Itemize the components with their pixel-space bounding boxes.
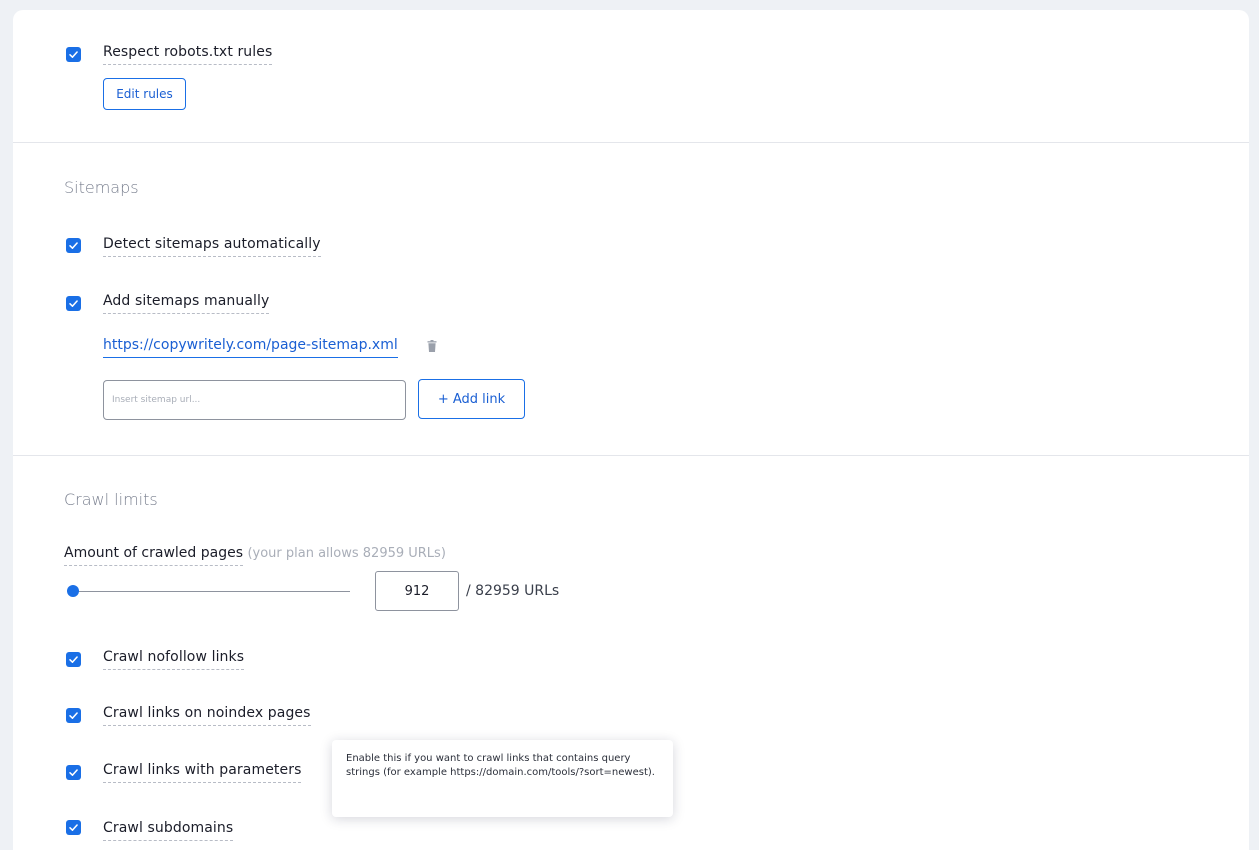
pages-slider-thumb[interactable] [67, 585, 80, 597]
checkmark-icon [69, 242, 78, 249]
robots-checkbox[interactable] [66, 47, 81, 62]
manual-sitemaps-checkbox[interactable] [66, 296, 81, 311]
crawl-subdomains-label[interactable]: Crawl subdomains [103, 820, 234, 841]
checkmark-icon [69, 300, 78, 307]
section-divider [13, 142, 1249, 143]
crawl-parameters-label[interactable]: Crawl links with parameters [103, 762, 302, 783]
crawl-subdomains-checkbox[interactable] [66, 820, 81, 835]
pages-slider-track[interactable] [70, 591, 350, 592]
trash-icon[interactable] [427, 340, 437, 352]
crawl-noindex-label[interactable]: Crawl links on noindex pages [103, 705, 311, 726]
parameters-tooltip: Enable this if you want to crawl links t… [332, 740, 673, 817]
section-divider [13, 455, 1249, 456]
pages-amount-input[interactable] [375, 571, 459, 611]
checkmark-icon [69, 656, 78, 663]
checkmark-icon [69, 51, 78, 58]
checkmark-icon [69, 712, 78, 719]
detect-sitemaps-checkbox[interactable] [66, 238, 81, 253]
crawl-nofollow-label[interactable]: Crawl nofollow links [103, 649, 245, 670]
manual-sitemaps-label[interactable]: Add sitemaps manually [103, 293, 270, 314]
pages-total-text: / 82959 URLs [466, 583, 560, 599]
crawler-settings-card: Respect robots.txt rules Edit rules Site… [13, 10, 1249, 850]
sitemap-link[interactable]: https://copywritely.com/page-sitemap.xml [103, 337, 398, 358]
checkmark-icon [69, 824, 78, 831]
detect-sitemaps-label[interactable]: Detect sitemaps automatically [103, 236, 321, 257]
sitemap-url-input[interactable] [103, 380, 406, 420]
sitemaps-section-title: Sitemaps [64, 178, 139, 197]
amount-crawled-pages-label: Amount of crawled pages (your plan allow… [64, 545, 446, 566]
crawl-nofollow-checkbox[interactable] [66, 652, 81, 667]
plan-limit-note: (your plan allows 82959 URLs) [247, 546, 446, 561]
crawl-limits-section-title: Crawl limits [64, 490, 158, 509]
edit-rules-button[interactable]: Edit rules [103, 78, 186, 110]
checkmark-icon [69, 769, 78, 776]
crawl-noindex-checkbox[interactable] [66, 708, 81, 723]
robots-checkbox-label[interactable]: Respect robots.txt rules [103, 44, 273, 65]
amount-label-text: Amount of crawled pages [64, 545, 243, 566]
crawl-parameters-checkbox[interactable] [66, 765, 81, 780]
add-link-button[interactable]: + Add link [418, 379, 525, 419]
